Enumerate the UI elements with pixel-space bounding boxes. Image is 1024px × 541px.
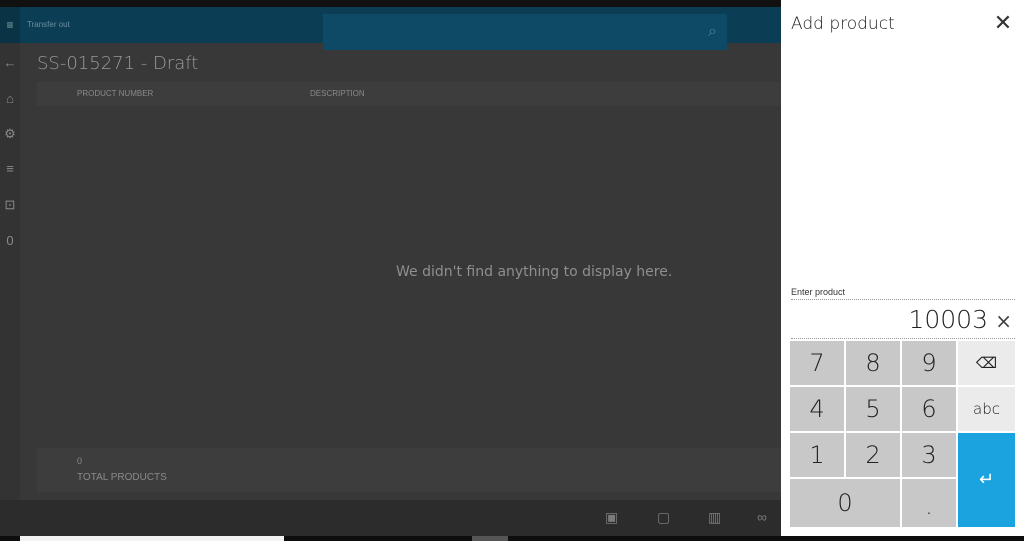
- backspace-key[interactable]: ⌫: [958, 341, 1015, 385]
- products-icon[interactable]: ⚙: [0, 126, 20, 142]
- product-input[interactable]: 10003: [908, 305, 988, 334]
- save-icon[interactable]: ▣: [605, 509, 618, 526]
- menu-icon[interactable]: ≡: [0, 7, 20, 43]
- column-description[interactable]: DESCRIPTION: [310, 89, 365, 98]
- key-4[interactable]: 4: [790, 387, 844, 431]
- key-3[interactable]: 3: [902, 433, 956, 477]
- total-count: 0: [77, 456, 83, 466]
- clear-icon[interactable]: ×: [995, 309, 1012, 333]
- search-icon[interactable]: ⌕: [708, 23, 717, 41]
- total-label: TOTAL PRODUCTS: [77, 472, 167, 483]
- bag-icon[interactable]: ⊡: [0, 197, 20, 213]
- key-1[interactable]: 1: [790, 433, 844, 477]
- key-5[interactable]: 5: [846, 387, 900, 431]
- taskbar: [0, 536, 1024, 541]
- totals-bar: 0 TOTAL PRODUCTS: [37, 448, 783, 492]
- page-title: SS-015271 - Draft: [37, 53, 199, 74]
- left-nav-rail: ← ⌂ ⚙ ≡ ⊡ 0: [0, 43, 20, 541]
- close-icon[interactable]: ✕: [990, 11, 1016, 37]
- key-2[interactable]: 2: [846, 433, 900, 477]
- key-0[interactable]: 0: [790, 479, 900, 527]
- panel-title: Add product: [791, 14, 895, 34]
- add-product-panel: Add product ✕ Enter product 10003 × 7 8 …: [781, 0, 1024, 536]
- taskbar-search[interactable]: [20, 536, 284, 541]
- abc-key[interactable]: abc: [958, 387, 1015, 431]
- entry-divider: [791, 299, 1015, 300]
- key-6[interactable]: 6: [902, 387, 956, 431]
- key-9[interactable]: 9: [902, 341, 956, 385]
- entry-divider: [791, 338, 1015, 339]
- delete-icon[interactable]: ▥: [708, 509, 721, 526]
- key-7[interactable]: 7: [790, 341, 844, 385]
- decimal-key[interactable]: .: [902, 479, 956, 527]
- empty-state-message: We didn't find anything to display here.: [396, 264, 673, 280]
- back-icon[interactable]: ←: [0, 55, 20, 70]
- entry-label: Enter product: [791, 287, 846, 297]
- more-icon[interactable]: ∞: [757, 509, 767, 525]
- key-8[interactable]: 8: [846, 341, 900, 385]
- home-icon[interactable]: ⌂: [0, 91, 20, 106]
- comment-icon[interactable]: ▢: [657, 509, 670, 526]
- list-icon[interactable]: ≡: [0, 161, 20, 176]
- search-box[interactable]: ⌕: [323, 14, 727, 50]
- column-product-number[interactable]: PRODUCT NUMBER: [77, 89, 153, 98]
- app-title: Transfer out: [27, 20, 70, 29]
- zero-badge[interactable]: 0: [0, 233, 20, 248]
- taskbar-app[interactable]: [472, 536, 508, 541]
- list-header: PRODUCT NUMBER DESCRIPTION: [37, 82, 783, 106]
- enter-key[interactable]: ↵: [958, 433, 1015, 527]
